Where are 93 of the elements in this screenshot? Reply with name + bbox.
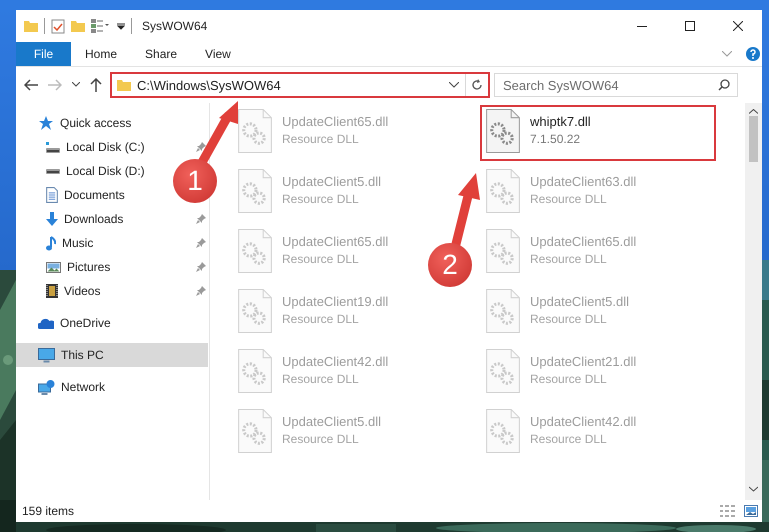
system-drive-icon [46,142,60,152]
nav-item[interactable]: Downloads [16,207,166,231]
folder-icon [117,80,131,90]
maximize-icon [685,21,695,31]
search-icon[interactable] [718,79,730,91]
scrollbar[interactable] [745,103,762,500]
ribbon-tab[interactable]: View [191,42,245,66]
videos-icon [46,284,58,298]
documents-icon [46,187,58,203]
settings-file-icon [486,349,520,393]
file-detail: Resource DLL [282,252,360,266]
settings-file-icon [238,169,272,213]
scroll-down-icon[interactable] [749,486,758,492]
ribbon-tab[interactable]: Share [131,42,192,66]
settings-file-icon [486,229,520,273]
dropdown-icon[interactable] [117,22,125,30]
music-icon [46,236,56,250]
file-detail: Resource DLL [282,372,360,386]
settings-file-icon [238,289,272,333]
nav-item[interactable]: Videos [16,279,166,303]
file-detail: Resource DLL [530,432,608,446]
window-title: SysWOW64 [142,19,208,33]
file-name: UpdateClient5.dll [282,174,382,189]
settings-file-icon [238,109,272,153]
pin-icon[interactable] [196,262,206,272]
close-icon [733,21,743,31]
help-icon[interactable] [746,47,760,61]
refresh-icon [471,79,483,91]
file-menu-button[interactable]: File [16,42,71,66]
file-name: UpdateClient42.dll [530,414,636,429]
file-name: UpdateClient19.dll [282,294,388,309]
file-item[interactable]: whiptk7.dll 7.1.50.22 [480,105,716,161]
nav-item[interactable]: This PC [16,343,208,367]
file-name: UpdateClient21.dll [530,354,636,369]
dropdown-icon[interactable] [449,82,459,88]
expand-ribbon-icon[interactable] [722,51,732,57]
pin-icon[interactable] [196,142,206,152]
settings-file-icon [486,109,520,153]
address-bar[interactable]: C:\Windows\SysWOW64 [110,72,490,98]
downloads-icon [46,212,58,226]
nav-item[interactable]: Local Disk (D:) [16,159,166,183]
file-name: UpdateClient63.dll [530,174,636,189]
settings-file-icon [238,229,272,273]
settings-file-icon [238,409,272,453]
drive-icon [46,168,60,174]
file-name: UpdateClient5.dll [530,294,630,309]
network-icon [38,380,55,394]
large-icons-view-icon[interactable] [744,505,758,517]
file-name: UpdateClient65.dll [282,234,388,249]
nav-item[interactable]: Pictures [16,255,166,279]
file-detail: Resource DLL [530,312,608,326]
properties-icon[interactable] [51,18,65,34]
pin-icon[interactable] [196,238,206,248]
file-detail: Resource DLL [530,192,608,206]
computer-icon [38,348,55,362]
nav-item[interactable]: Quick access [16,111,166,135]
pin-icon[interactable] [196,286,206,296]
item-count: 159 items [22,504,74,518]
pin-icon[interactable] [196,214,206,224]
file-detail: 7.1.50.22 [530,132,582,146]
address-path: C:\Windows\SysWOW64 [137,78,282,92]
nav-item[interactable]: Network [16,375,166,399]
nav-item[interactable]: OneDrive [16,311,166,335]
star-icon [38,116,54,130]
nav-item[interactable]: Music [16,231,166,255]
file-name: UpdateClient42.dll [282,354,388,369]
file-detail: Resource DLL [282,132,360,146]
search-field[interactable]: Search SysWOW64 [494,73,738,97]
file-detail: Resource DLL [282,192,360,206]
recent-locations-icon[interactable] [72,82,80,88]
pictures-icon [46,262,61,272]
file-detail: Resource DLL [282,312,360,326]
file-detail: Resource DLL [530,372,608,386]
details-view-icon[interactable] [720,505,736,517]
file-detail: Resource DLL [530,252,608,266]
up-icon[interactable] [90,78,102,92]
nav-item[interactable]: Documents [16,183,166,207]
file-name: whiptk7.dll [530,114,591,129]
settings-file-icon [238,349,272,393]
file-name: UpdateClient65.dll [530,234,636,249]
nav-item[interactable]: Local Disk (C:) [16,135,166,159]
ribbon-tab[interactable]: Home [71,42,132,66]
settings-file-icon [486,409,520,453]
file-name: UpdateClient5.dll [282,414,382,429]
details-view-icon[interactable] [91,19,111,33]
scroll-thumb[interactable] [749,116,758,162]
back-icon[interactable] [24,79,38,91]
scroll-up-icon[interactable] [749,109,758,114]
settings-file-icon [486,169,520,213]
settings-file-icon [486,289,520,333]
file-name: UpdateClient65.dll [282,114,388,129]
file-detail: Resource DLL [282,432,360,446]
cloud-icon [38,318,54,328]
